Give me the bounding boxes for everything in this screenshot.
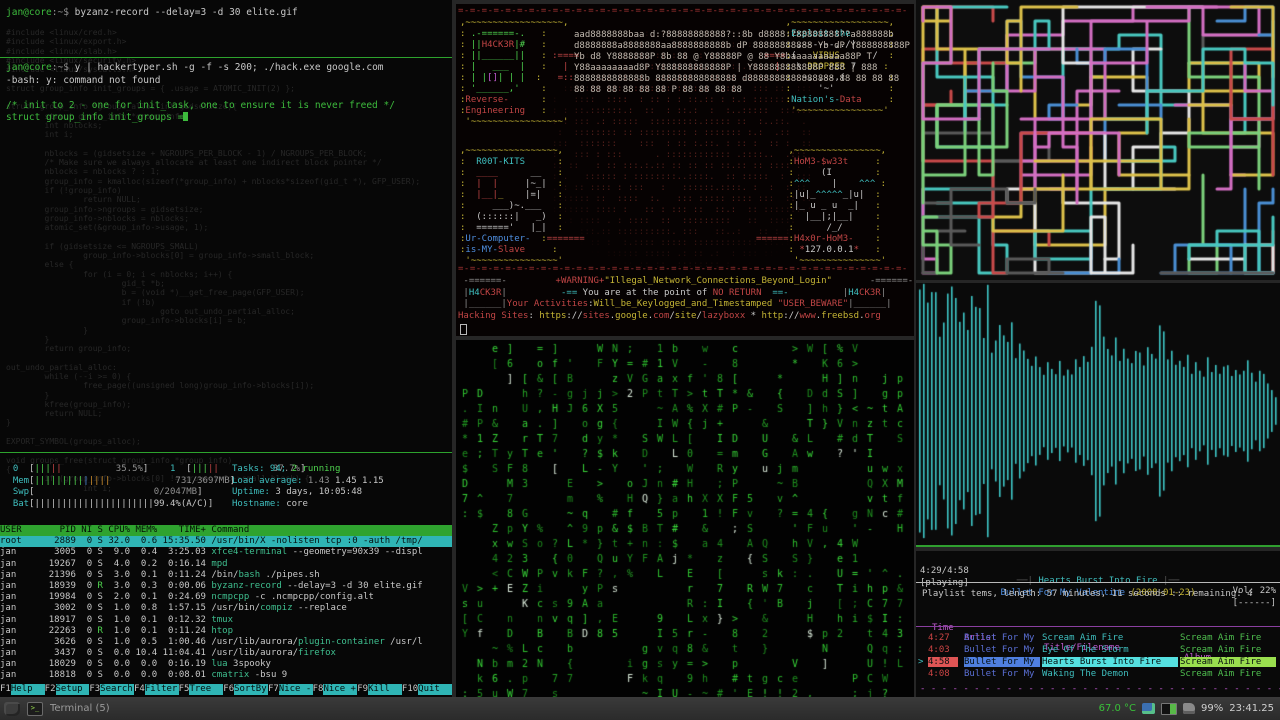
fkey-label[interactable]: Setup: [55, 684, 90, 695]
track-album: Scream Aim Fire: [1180, 657, 1276, 667]
separator-line: [916, 582, 1280, 583]
text-cursor: [460, 324, 467, 335]
track-time: 4:03: [928, 645, 950, 655]
track-album: Scream Aim Fire: [1180, 633, 1262, 643]
playlist-summary: Playlist tems, length: 57 minutes, 11 se…: [922, 589, 1253, 599]
track-artist: Bullet For My: [964, 669, 1035, 679]
htop-function-key-bar[interactable]: F1 Help F2 Setup F3 Search F4 Filter F5 Tree F6 Sor…: [0, 684, 452, 695]
ascii-box-home: ,~~~~~~~~~~~~~~~~, :HoM3-$w33t : : (I : …: [756, 146, 887, 266]
process-row[interactable]: root 2889 0 S 32.0 0.6 15:35.50 /usr/bin…: [0, 536, 452, 548]
battery-percent: 99%: [1201, 703, 1224, 714]
fkey-label[interactable]: Tree: [189, 684, 224, 695]
process-row[interactable]: jan 18939 0 R 3.0 0.3 0:00.06 byzanz-rec…: [0, 581, 452, 592]
htop-column-headers[interactable]: USER PID NI S CPU% MEM% TIME+ Command: [0, 525, 452, 537]
process-row[interactable]: jan 22263 0 R 1.0 0.1 0:11.24 htop: [0, 626, 452, 637]
hackertyper-line-1: /* init to 2 - one for init_task, one to…: [6, 99, 395, 111]
track-title: Waking The Demon: [1042, 669, 1129, 679]
playlist-scroll-indicator: - - - - - - - - - - - - - - - - - - - - …: [920, 684, 1280, 694]
fkey-label[interactable]: Search: [100, 684, 134, 695]
track-artist: Bullet For My: [964, 645, 1035, 655]
track-album: Scream Aim Fire: [1180, 645, 1262, 655]
fkey-F1[interactable]: F1: [0, 684, 11, 695]
process-row[interactable]: jan 18818 0 S 0.0 0.0 0:08.01 cmatrix -b…: [0, 670, 452, 681]
terminal-window-pipes[interactable]: [916, 0, 1280, 280]
network-icon[interactable]: [1142, 703, 1156, 714]
power-plug-icon[interactable]: [1183, 703, 1196, 714]
track-time: 4:08: [928, 669, 950, 679]
fkey-label[interactable]: Nice -: [278, 684, 313, 695]
player-state: [playing]: [920, 578, 969, 588]
fkey-F7[interactable]: F7: [267, 684, 279, 695]
htop-process-table[interactable]: USER PID NI S CPU% MEM% TIME+ Command roo…: [0, 525, 452, 682]
command-1: byzanz-record --delay=3 -d 30 elite.gif: [68, 7, 298, 18]
separator-line: [0, 452, 452, 453]
separator-line: [0, 57, 452, 58]
ascii-border-bottom: =-=-=-=-=-=-=-=-=-=-=-=-=-=-=-=-=-=-=-=-…: [458, 264, 908, 274]
process-row[interactable]: jan 3626 0 S 1.0 0.5 1:00.46 /usr/lib/au…: [0, 637, 452, 648]
process-row[interactable]: jan 21396 0 S 3.0 0.1 0:11.24 /bin/bash …: [0, 570, 452, 581]
current-track-marker: >: [918, 657, 924, 667]
track-artist: Bullet For My: [964, 657, 1040, 667]
fkey-F4[interactable]: F4: [133, 684, 145, 695]
shell-history-top: jan@core:~$ byzanz-record --delay=3 -d 3…: [6, 7, 298, 18]
audio-spectrum: [916, 283, 1280, 543]
matrix-rain: [456, 340, 914, 697]
separator-line: [916, 626, 1280, 627]
process-row[interactable]: jan 18917 0 S 1.0 0.1 0:12.32 tmux: [0, 615, 452, 626]
fkey-F9[interactable]: F9: [357, 684, 369, 695]
progress-bar[interactable]: [------]: [1233, 598, 1276, 608]
shell-history-block2: jan@core:~$ y | hackertyper.sh -g -f -s …: [6, 62, 395, 123]
process-row[interactable]: jan 3437 0 S 0.0 10.4 11:04.41 /usr/lib/…: [0, 648, 452, 659]
fkey-F5[interactable]: F5: [178, 684, 190, 695]
htop-system-info: Tasks: 94; 2 running Load average: 1.43 1…: [232, 464, 384, 509]
ascii-border-top: =-=-=-=-=-=-=-=-=-=-=-=-=-=-=-=-=-=-=-=-…: [458, 6, 908, 16]
fkey-label[interactable]: Kill: [368, 684, 402, 695]
fkey-label[interactable]: Filter: [144, 684, 179, 695]
hackertyper-line-2: struct group_info init_groups =: [6, 112, 184, 123]
ascii-skull-art: aad8888888baa d:?88888888888?::8b d8888:…: [574, 30, 910, 95]
prompt: jan@core: [6, 7, 52, 18]
fkey-F6[interactable]: F6: [223, 684, 235, 695]
fkey-F3[interactable]: F3: [89, 684, 101, 695]
clock: 23:41.25: [1229, 703, 1274, 714]
process-row[interactable]: jan 19984 0 S 2.0 0.1 0:24.69 ncmpcpp -c…: [0, 592, 452, 603]
track-time: 4:58: [928, 657, 958, 667]
fkey-label[interactable]: Nice +: [323, 684, 358, 695]
track-title: Scream Aim Fire: [1042, 633, 1124, 643]
track-title: Eye Of The Storm: [1042, 645, 1129, 655]
process-row[interactable]: jan 3002 0 S 1.0 0.8 1:57.15 /usr/bin/co…: [0, 603, 452, 614]
ascii-warning-banner: -======- +WARNING+"Illegal_Network_Conne…: [458, 276, 914, 321]
process-row[interactable]: jan 3005 0 S 9.0 0.4 3:25.03 xfce4-termi…: [0, 547, 452, 558]
fkey-F2[interactable]: F2: [44, 684, 56, 695]
track-album: Scream Aim Fire: [1180, 669, 1262, 679]
fkey-F10[interactable]: F10: [401, 684, 419, 695]
terminal-window-left[interactable]: #include <linux/cred.h> #include <linux/…: [0, 0, 452, 697]
pipes-screensaver: [916, 0, 1280, 280]
fkey-F8[interactable]: F8: [312, 684, 324, 695]
launcher-icon[interactable]: [4, 701, 20, 716]
text-cursor: [183, 112, 189, 121]
ascii-box-rootkits: ,~~~~~~~~~~~~~~~~~,: R00T-KITS :: ____ _…: [460, 146, 585, 266]
cpu-temperature: 67.0 °C: [1098, 703, 1137, 714]
track-title: Hearts Burst Into Fire: [1042, 657, 1178, 667]
terminal-window-ascii-art[interactable]: =-=-=-=-=-=-=-=-=-=-=-=-=-=-=-=-=-=-=-=-…: [456, 4, 914, 336]
taskbar-window-button[interactable]: Terminal (5): [50, 703, 110, 714]
fkey-label[interactable]: Help: [10, 684, 45, 695]
terminal-icon: >_: [27, 701, 43, 716]
ascii-box-hacker: ,~~~~~~~~~~~~~~~~~~,: .-======-. :: ||H4…: [460, 18, 580, 127]
terminal-window-cmatrix[interactable]: [456, 340, 914, 697]
terminal-window-ncmpcpp[interactable]: 4:29/4:58 ──| Hearts Burst Into Fire |──…: [916, 551, 1280, 697]
track-time: 4:27: [928, 633, 950, 643]
battery-icon[interactable]: [1161, 702, 1178, 715]
taskbar[interactable]: >_ Terminal (5) 67.0 °C 99% 23:41.25: [0, 697, 1280, 720]
track-artist: Bullet For My: [964, 633, 1035, 643]
fkey-label[interactable]: Quit: [418, 684, 452, 695]
fkey-label[interactable]: SortBy: [234, 684, 268, 695]
terminal-window-visualizer[interactable]: [916, 283, 1280, 547]
shell-error: -bash: y: command not found: [6, 74, 161, 86]
process-row[interactable]: jan 19267 0 S 4.0 0.2 0:16.14 mpd: [0, 559, 452, 570]
command-2: y | hackertyper.sh -g -f -s 200; ./hack.…: [68, 62, 384, 73]
process-row[interactable]: jan 18029 0 S 0.0 0.0 0:16.19 lua 3spook…: [0, 659, 452, 670]
